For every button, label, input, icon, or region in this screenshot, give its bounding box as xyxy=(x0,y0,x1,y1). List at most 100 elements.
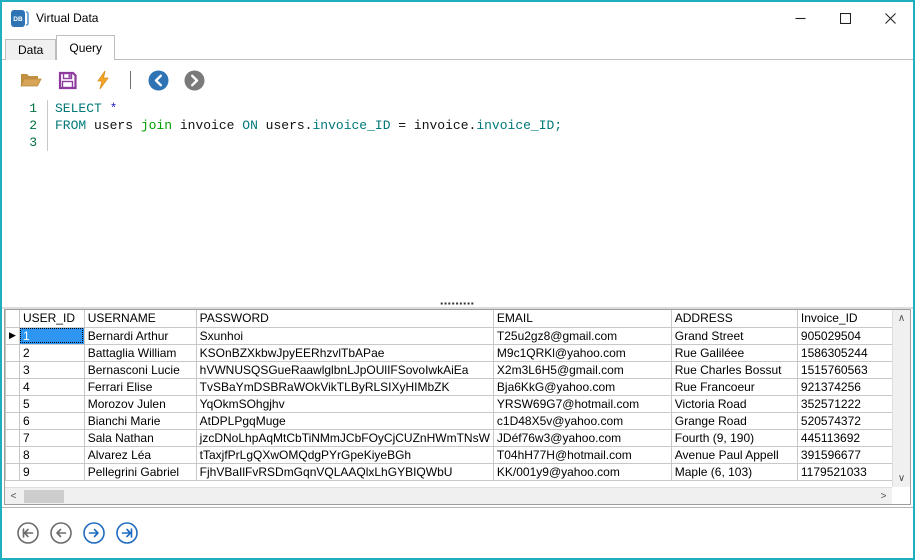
table-row: 9Pellegrini GabrielFjhVBaIlFvRSDmGqnVQLA… xyxy=(6,463,910,480)
grid-cell[interactable]: 3 xyxy=(19,361,84,378)
selected-cell[interactable]: 1 xyxy=(19,327,84,344)
grid-cell[interactable]: TvSBaYmDSBRaWOkVikTLByRLSIXyHIMbZK xyxy=(196,378,493,395)
table-row: 4Ferrari EliseTvSBaYmDSBRaWOkVikTLByRLSI… xyxy=(6,378,910,395)
scroll-right-icon[interactable]: > xyxy=(875,488,892,505)
grid-cell[interactable]: Alvarez Léa xyxy=(84,446,196,463)
row-marker-cell[interactable] xyxy=(6,446,20,463)
grid-cell[interactable]: 7 xyxy=(19,429,84,446)
editor-line[interactable]: 3 xyxy=(2,134,913,151)
grid-cell[interactable]: Bernardi Arthur xyxy=(84,327,196,344)
first-record-button[interactable] xyxy=(16,521,40,545)
grid-cell[interactable]: X2m3L6H5@gmail.com xyxy=(493,361,671,378)
grid-cell[interactable]: Morozov Julen xyxy=(84,395,196,412)
grid-cell[interactable]: KSOnBZXkbwJpyEERhzvlTbAPae xyxy=(196,344,493,361)
minimize-icon xyxy=(795,13,806,24)
first-record-icon xyxy=(16,521,40,545)
scroll-up-icon[interactable]: ∧ xyxy=(893,310,910,327)
row-marker-cell[interactable] xyxy=(6,361,20,378)
grid-cell[interactable]: T25u2gz8@gmail.com xyxy=(493,327,671,344)
row-marker-cell[interactable] xyxy=(6,412,20,429)
scroll-down-icon[interactable]: ∨ xyxy=(893,470,910,487)
next-record-icon xyxy=(82,521,106,545)
next-record-button[interactable] xyxy=(82,521,106,545)
grid-cell[interactable]: Maple (6, 103) xyxy=(671,463,797,480)
tab-query[interactable]: Query xyxy=(56,35,115,60)
grid-cell[interactable]: Avenue Paul Appell xyxy=(671,446,797,463)
sql-editor[interactable]: 1SELECT *2FROM users join invoice ON use… xyxy=(2,100,913,300)
grid-cell[interactable]: Grand Street xyxy=(671,327,797,344)
horizontal-scrollbar-thumb[interactable] xyxy=(24,490,64,503)
grid-cell[interactable]: Rue Galiléee xyxy=(671,344,797,361)
grid-cell[interactable]: jzcDNoLhpAqMtCbTiNMmJCbFOyCjCUZnHWmTNsW xyxy=(196,429,493,446)
tab-data[interactable]: Data xyxy=(5,39,56,60)
column-header-password[interactable]: PASSWORD xyxy=(196,310,493,327)
grid-cell[interactable]: tTaxjfPrLgQXwOMQdgPYrGpeKiyeBGh xyxy=(196,446,493,463)
current-row-marker[interactable]: ▶ xyxy=(6,327,20,344)
grid-cell[interactable]: JDéf76w3@yahoo.com xyxy=(493,429,671,446)
grid-cell[interactable]: Pellegrini Gabriel xyxy=(84,463,196,480)
previous-record-button[interactable] xyxy=(49,521,73,545)
grid-cell[interactable]: Rue Charles Bossut xyxy=(671,361,797,378)
column-header-user_id[interactable]: USER_ID xyxy=(19,310,84,327)
grid-cell[interactable]: c1D48X5v@yahoo.com xyxy=(493,412,671,429)
results-table: USER_IDUSERNAMEPASSWORDEMAILADDRESSInvoi… xyxy=(5,310,910,481)
grid-cell[interactable]: AtDPLPgqMuge xyxy=(196,412,493,429)
last-record-button[interactable] xyxy=(115,521,139,545)
save-button[interactable] xyxy=(54,67,80,93)
minimize-button[interactable] xyxy=(778,2,823,34)
record-navigation xyxy=(2,508,913,558)
grid-cell[interactable]: hVWNUSQSGueRaawlglbnLJpOUlIFSovoIwkAiEa xyxy=(196,361,493,378)
grid-cell[interactable]: M9c1QRKl@yahoo.com xyxy=(493,344,671,361)
open-folder-icon xyxy=(20,71,42,89)
row-marker-header[interactable] xyxy=(6,310,20,327)
grid-cell[interactable]: Victoria Road xyxy=(671,395,797,412)
grid-cell[interactable]: Bja6KkG@yahoo.com xyxy=(493,378,671,395)
column-header-username[interactable]: USERNAME xyxy=(84,310,196,327)
table-row: 3Bernasconi LuciehVWNUSQSGueRaawlglbnLJp… xyxy=(6,361,910,378)
grid-cell[interactable]: T04hH77H@hotmail.com xyxy=(493,446,671,463)
editor-line[interactable]: 2FROM users join invoice ON users.invoic… xyxy=(2,117,913,134)
row-marker-cell[interactable] xyxy=(6,344,20,361)
grid-cell[interactable]: YqOkmSOhgjhv xyxy=(196,395,493,412)
grid-cell[interactable]: 6 xyxy=(19,412,84,429)
row-marker-cell[interactable] xyxy=(6,429,20,446)
grid-cell[interactable]: Bernasconi Lucie xyxy=(84,361,196,378)
maximize-button[interactable] xyxy=(823,2,868,34)
column-header-email[interactable]: EMAIL xyxy=(493,310,671,327)
grid-cell[interactable]: 8 xyxy=(19,446,84,463)
grid-cell[interactable]: Sala Nathan xyxy=(84,429,196,446)
row-marker-cell[interactable] xyxy=(6,463,20,480)
results-grid: USER_IDUSERNAMEPASSWORDEMAILADDRESSInvoi… xyxy=(4,309,911,505)
grid-cell[interactable]: Rue Francoeur xyxy=(671,378,797,395)
last-record-icon xyxy=(115,521,139,545)
grid-cell[interactable]: Sxunhoi xyxy=(196,327,493,344)
open-file-button[interactable] xyxy=(18,67,44,93)
column-header-address[interactable]: ADDRESS xyxy=(671,310,797,327)
forward-button[interactable] xyxy=(181,67,207,93)
grid-cell[interactable]: 9 xyxy=(19,463,84,480)
table-row: 7Sala NathanjzcDNoLhpAqMtCbTiNMmJCbFOyCj… xyxy=(6,429,910,446)
grid-cell[interactable]: 2 xyxy=(19,344,84,361)
row-marker-cell[interactable] xyxy=(6,395,20,412)
grid-cell[interactable]: Grange Road xyxy=(671,412,797,429)
grid-cell[interactable]: Battaglia William xyxy=(84,344,196,361)
back-button[interactable] xyxy=(145,67,171,93)
grid-cell[interactable]: Ferrari Elise xyxy=(84,378,196,395)
execute-query-button[interactable] xyxy=(90,67,116,93)
vertical-scrollbar[interactable]: ∧ ∨ xyxy=(892,310,910,487)
grid-cell[interactable]: YRSW69G7@hotmail.com xyxy=(493,395,671,412)
editor-grid-splitter[interactable]: ▪▪▪▪▪▪▪▪▪ xyxy=(2,300,913,309)
grid-cell[interactable]: Bianchi Marie xyxy=(84,412,196,429)
editor-line[interactable]: 1SELECT * xyxy=(2,100,913,117)
grid-cell[interactable]: Fourth (9, 190) xyxy=(671,429,797,446)
close-button[interactable] xyxy=(868,2,913,34)
grid-cell[interactable]: 4 xyxy=(19,378,84,395)
grid-cell[interactable]: 5 xyxy=(19,395,84,412)
svg-text:DB: DB xyxy=(13,16,23,23)
row-marker-cell[interactable] xyxy=(6,378,20,395)
grid-cell[interactable]: KK/001y9@yahoo.com xyxy=(493,463,671,480)
scroll-left-icon[interactable]: < xyxy=(5,488,22,505)
forward-arrow-icon xyxy=(184,70,205,91)
horizontal-scrollbar[interactable]: < > xyxy=(5,487,892,504)
grid-cell[interactable]: FjhVBaIlFvRSDmGqnVQLAAQlxLhGYBIQWbU xyxy=(196,463,493,480)
